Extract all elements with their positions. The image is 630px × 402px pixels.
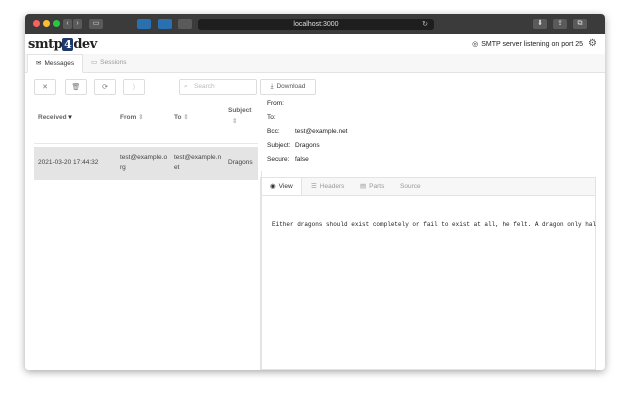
server-status: ◎ SMTP server listening on port 25 — [472, 40, 583, 48]
column-subject-label: Subject — [228, 107, 252, 114]
meta-bcc: Bcc: test@example.net — [267, 128, 348, 135]
list-icon: ☰ — [311, 183, 317, 190]
tab-source[interactable]: Source — [392, 178, 429, 195]
tab-sessions-label: Sessions — [100, 59, 127, 66]
tab-view[interactable]: ◉ View — [261, 178, 302, 195]
cell-subject: Dragons — [228, 159, 253, 166]
tab-source-label: Source — [400, 183, 421, 190]
column-to-label: To — [174, 114, 182, 121]
browser-window: ‹ › ▭ localhost:3000 ↻ ⬇ ⇪ ⧉ smtp 4 dev ◎ S… — [25, 14, 605, 370]
refresh-button[interactable]: ⟳ — [94, 79, 116, 95]
browser-titlebar: ‹ › ▭ localhost:3000 ↻ ⬇ ⇪ ⧉ — [25, 14, 605, 34]
tab-sessions[interactable]: ▭ Sessions — [83, 54, 135, 71]
tab-messages-label: Messages — [44, 60, 75, 67]
delete-all-button[interactable]: 🗑 — [65, 79, 87, 95]
table-header-divider — [34, 143, 258, 144]
table-row[interactable]: 2021-03-20 17:44:32 test@example.org tes… — [34, 147, 258, 180]
main-tabs: ✉ Messages ▭ Sessions — [25, 54, 605, 73]
monitor-icon: ▭ — [91, 59, 98, 66]
meta-from: From: — [267, 100, 295, 107]
column-received-label: Received — [38, 114, 67, 121]
relay-icon: ⟩ — [132, 84, 136, 91]
trash-icon: 🗑 — [71, 84, 81, 91]
tabs-overview-icon[interactable]: ⧉ — [573, 19, 587, 29]
download-label: Download — [276, 83, 306, 90]
meta-secure: Secure: false — [267, 156, 309, 163]
logo-suffix: dev — [73, 37, 97, 52]
sort-icon: ⇕ — [183, 114, 189, 121]
sort-icon: ⇕ — [138, 114, 144, 121]
meta-secure-label: Secure: — [267, 156, 290, 163]
back-icon[interactable]: ‹ — [63, 19, 72, 29]
app-logo: smtp 4 dev — [28, 37, 97, 52]
message-preview: ◉ View ☰ Headers ▤ Parts Source Either drag… — [260, 177, 596, 370]
gear-icon[interactable]: ⚙ — [588, 38, 597, 49]
column-from[interactable]: From ⇕ — [120, 113, 144, 121]
messages-panel: ✕ 🗑 ⟳ ⟩ ⌕ Search ⤓ Download Received ▾ Fr… — [25, 73, 605, 370]
zoom-window-button[interactable] — [53, 20, 60, 27]
delete-button[interactable]: ✕ — [34, 79, 56, 95]
download-button[interactable]: ⤓ Download — [260, 79, 316, 95]
close-window-button[interactable] — [33, 20, 40, 27]
reload-icon[interactable]: ↻ — [422, 19, 428, 30]
message-body: Either dragons should exist completely o… — [272, 221, 597, 228]
minimize-window-button[interactable] — [43, 20, 50, 27]
meta-bcc-value: test@example.net — [295, 128, 348, 135]
logo-text: smtp — [28, 37, 63, 52]
tab-headers[interactable]: ☰ Headers — [303, 178, 352, 195]
sort-desc-icon: ▾ — [68, 114, 72, 121]
sort-icon: ⇕ — [232, 118, 238, 125]
url-text: localhost:3000 — [293, 21, 339, 28]
search-input[interactable]: ⌕ Search — [179, 79, 257, 95]
mail-icon: ✉ — [36, 60, 42, 67]
download-icon: ⤓ — [270, 83, 274, 90]
cell-to: test@example.net — [174, 154, 222, 171]
preview-tabs: ◉ View ☰ Headers ▤ Parts Source — [261, 178, 595, 196]
check-circle-icon: ◎ — [472, 41, 479, 48]
column-from-label: From — [120, 114, 137, 121]
refresh-icon: ⟳ — [102, 84, 108, 91]
cell-received: 2021-03-20 17:44:32 — [38, 159, 99, 166]
search-placeholder: Search — [194, 83, 215, 90]
tab-parts[interactable]: ▤ Parts — [352, 178, 392, 195]
share-icon[interactable]: ⇪ — [553, 19, 567, 29]
column-to[interactable]: To ⇕ — [174, 113, 189, 121]
meta-bcc-label: Bcc: — [267, 128, 280, 135]
downloads-icon[interactable]: ⬇ — [533, 19, 547, 29]
tab-headers-label: Headers — [319, 183, 345, 190]
meta-to: To: — [267, 114, 295, 121]
eye-icon: ◉ — [270, 183, 276, 190]
column-received[interactable]: Received ▾ — [38, 113, 72, 121]
tab-messages[interactable]: ✉ Messages — [27, 54, 84, 73]
search-icon: ⌕ — [184, 83, 188, 90]
cell-from: test@example.org — [120, 154, 168, 171]
meta-from-label: From: — [267, 100, 284, 107]
address-bar[interactable]: localhost:3000 ↻ — [198, 19, 434, 30]
meta-subject-value: Dragons — [295, 142, 320, 149]
extension-icon-2[interactable] — [158, 19, 172, 29]
extension-icon-3[interactable] — [178, 19, 192, 29]
meta-to-label: To: — [267, 114, 276, 121]
tab-parts-label: Parts — [369, 183, 385, 190]
meta-subject: Subject: Dragons — [267, 142, 320, 149]
sidebar-toggle-icon[interactable]: ▭ — [89, 19, 103, 29]
logo-box: 4 — [62, 38, 74, 51]
extension-icon[interactable] — [137, 19, 151, 29]
tab-view-label: View — [278, 183, 293, 190]
meta-subject-label: Subject: — [267, 142, 291, 149]
relay-button[interactable]: ⟩ — [123, 79, 145, 95]
column-subject[interactable]: Subject ⇕ — [228, 105, 256, 127]
forward-nav-icon[interactable]: › — [73, 19, 82, 29]
server-status-text: SMTP server listening on port 25 — [481, 41, 583, 48]
parts-icon: ▤ — [360, 183, 367, 190]
meta-secure-value: false — [295, 156, 309, 163]
